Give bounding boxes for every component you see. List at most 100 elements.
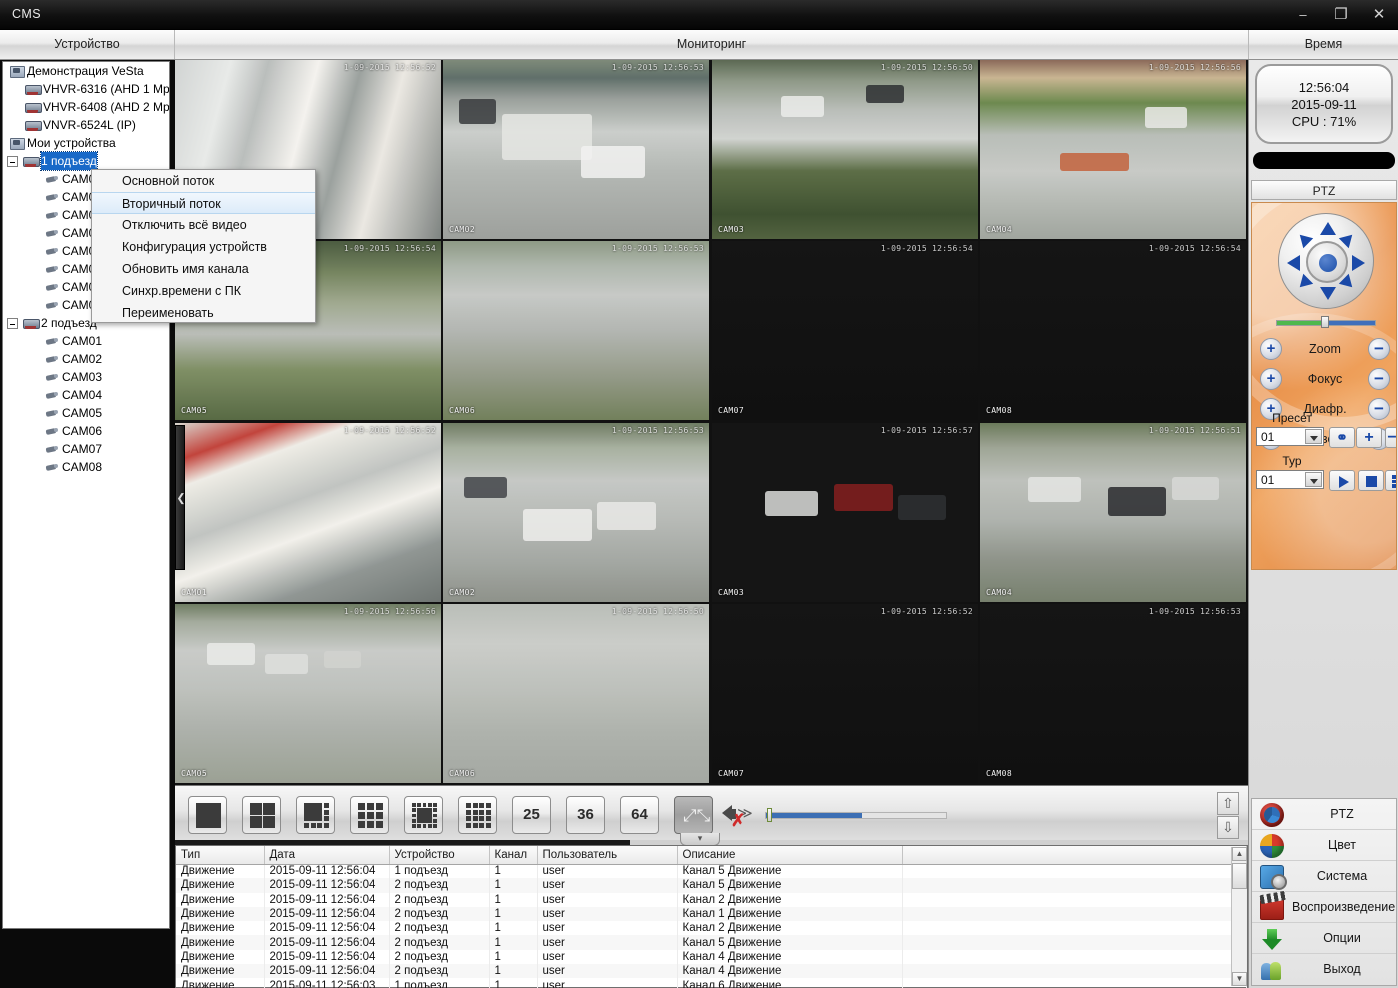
tree-node[interactable]: VHVR-6408 (AHD 2 Mp — [3, 98, 169, 116]
ptz-increase-button[interactable]: + — [1260, 338, 1282, 360]
ptz-decrease-button[interactable]: − — [1368, 338, 1390, 360]
ptz-decrease-button[interactable]: − — [1368, 368, 1390, 390]
fullscreen-button[interactable]: ⤢⤡ — [674, 796, 713, 834]
video-cell[interactable]: 1-09-2015 12:56:56CAM04 — [980, 60, 1246, 239]
log-column-header[interactable]: Пользователь — [537, 846, 677, 864]
menu-item-система[interactable]: Система — [1252, 861, 1396, 892]
tree-node[interactable]: Демонстрация VeSta — [3, 62, 169, 80]
table-row[interactable]: Движение2015-09-11 12:56:042 подъезд1use… — [176, 950, 1247, 964]
log-vertical-scrollbar[interactable]: ▲ ▼ — [1231, 847, 1246, 986]
chevron-down-icon[interactable] — [1305, 472, 1322, 487]
arrow-up-icon[interactable]: ⇧ — [1217, 792, 1239, 815]
layout-25-button[interactable]: 25 — [512, 796, 551, 834]
layout-16-button[interactable] — [458, 796, 497, 834]
tree-node[interactable]: CAM02 — [3, 350, 169, 368]
video-cell[interactable]: 1-09-2015 12:56:57CAM03 — [712, 423, 978, 602]
volume-knob[interactable] — [767, 808, 772, 822]
table-row[interactable]: Движение2015-09-11 12:56:041 подъезд1use… — [176, 864, 1247, 878]
minimize-button[interactable]: – — [1292, 4, 1314, 26]
tree-node[interactable]: 1 подъезд — [3, 152, 169, 170]
tree-node[interactable]: VNVR-6524L (IP) — [3, 116, 169, 134]
event-log-body[interactable]: Движение2015-09-11 12:56:041 подъезд1use… — [176, 864, 1247, 988]
tree-node[interactable]: CAM03 — [3, 368, 169, 386]
menu-item-ptz[interactable]: PTZ — [1252, 799, 1396, 830]
layout-1-button[interactable] — [188, 796, 227, 834]
context-menu-item[interactable]: Переименовать — [92, 302, 315, 324]
panel-collapse-handle[interactable] — [175, 425, 185, 570]
video-cell[interactable]: 1-09-2015 12:56:54CAM08 — [980, 241, 1246, 420]
context-menu-item[interactable]: Обновить имя канала — [92, 258, 315, 280]
video-cell[interactable]: 1-09-2015 12:56:50CAM03 — [712, 60, 978, 239]
context-menu-item[interactable]: Вторичный поток — [92, 192, 315, 214]
log-column-header[interactable]: Дата — [264, 846, 389, 864]
ptz-right-arrow[interactable] — [1352, 255, 1365, 271]
tree-node[interactable]: VHVR-6316 (AHD 1 Mp — [3, 80, 169, 98]
close-button[interactable]: ✕ — [1368, 4, 1390, 26]
tour-select[interactable]: 01 — [1256, 470, 1324, 489]
tree-node[interactable]: CAM08 — [3, 458, 169, 476]
table-row[interactable]: Движение2015-09-11 12:56:031 подъезд1use… — [176, 978, 1247, 988]
layout-64-button[interactable]: 64 — [620, 796, 659, 834]
device-context-menu[interactable]: Основной потокВторичный потокОтключить в… — [91, 169, 316, 323]
preset-refresh-button[interactable]: ⚭ — [1329, 427, 1355, 448]
table-row[interactable]: Движение2015-09-11 12:56:042 подъезд1use… — [176, 935, 1247, 949]
context-menu-item[interactable]: Основной поток — [92, 170, 315, 192]
ptz-speed-slider[interactable] — [1276, 317, 1376, 328]
ptz-up-arrow[interactable] — [1320, 222, 1336, 235]
ptz-decrease-button[interactable]: − — [1368, 398, 1390, 420]
menu-item-цвет[interactable]: Цвет — [1252, 830, 1396, 861]
chevron-down-icon[interactable] — [1305, 429, 1322, 444]
log-column-header[interactable]: Тип — [176, 846, 264, 864]
layout-9-button[interactable] — [350, 796, 389, 834]
tree-node[interactable]: CAM04 — [3, 386, 169, 404]
ptz-up-left-arrow[interactable] — [1295, 230, 1313, 248]
mute-button[interactable]: ≫ ✗ — [720, 798, 758, 832]
arrow-down-icon[interactable]: ⇩ — [1217, 816, 1239, 839]
tree-expander-icon[interactable] — [7, 318, 18, 329]
table-row[interactable]: Движение2015-09-11 12:56:042 подъезд1use… — [176, 921, 1247, 935]
maximize-button[interactable]: ❐ — [1330, 4, 1352, 26]
video-cell[interactable]: 1-09-2015 12:56:53CAM02 — [443, 423, 709, 602]
log-scroll-down-icon[interactable]: ▼ — [1232, 972, 1247, 986]
context-menu-item[interactable]: Конфигурация устройств — [92, 236, 315, 258]
log-column-header[interactable] — [902, 846, 1247, 864]
layout-13-button[interactable] — [404, 796, 443, 834]
ptz-increase-button[interactable]: + — [1260, 368, 1282, 390]
ptz-center-hub[interactable] — [1306, 241, 1348, 283]
preset-select[interactable]: 01 — [1256, 427, 1324, 446]
video-cell[interactable]: 1-09-2015 12:56:53CAM08 — [980, 604, 1246, 783]
video-cell[interactable]: 1-09-2015 12:56:51CAM04 — [980, 423, 1246, 602]
volume-slider[interactable] — [765, 808, 947, 822]
layout-4-button[interactable] — [242, 796, 281, 834]
tree-expander-icon[interactable] — [7, 156, 18, 167]
tree-node[interactable]: CAM07 — [3, 440, 169, 458]
ptz-down-arrow[interactable] — [1320, 287, 1336, 300]
video-cell[interactable]: 1-09-2015 12:56:53CAM06 — [443, 241, 709, 420]
menu-item-выход[interactable]: Выход — [1252, 954, 1396, 985]
video-cell[interactable]: 1-09-2015 12:56:52CAM07 — [712, 604, 978, 783]
ptz-left-arrow[interactable] — [1287, 255, 1300, 271]
table-row[interactable]: Движение2015-09-11 12:56:042 подъезд1use… — [176, 964, 1247, 978]
layout-6-button[interactable] — [296, 796, 335, 834]
menu-item-воспроизведение[interactable]: Воспроизведение — [1252, 892, 1396, 923]
tree-node[interactable]: Мои устройства — [3, 134, 169, 152]
ptz-up-right-arrow[interactable] — [1339, 230, 1357, 248]
log-column-header[interactable]: Канал — [489, 846, 537, 864]
tour-stop-button[interactable] — [1358, 470, 1384, 491]
video-cell[interactable]: 1-09-2015 12:56:52CAM01 — [175, 423, 441, 602]
tree-node[interactable]: CAM01 — [3, 332, 169, 350]
log-column-header[interactable]: Устройство — [389, 846, 489, 864]
preset-remove-button[interactable]: − — [1385, 427, 1397, 448]
log-scrollbar-thumb[interactable] — [1232, 863, 1247, 889]
log-scroll-up-icon[interactable]: ▲ — [1232, 847, 1247, 861]
log-column-header[interactable]: Описание — [677, 846, 902, 864]
layout-36-button[interactable]: 36 — [566, 796, 605, 834]
tree-node[interactable]: CAM06 — [3, 422, 169, 440]
table-row[interactable]: Движение2015-09-11 12:56:042 подъезд1use… — [176, 878, 1247, 892]
speed-knob[interactable] — [1321, 316, 1329, 328]
context-menu-item[interactable]: Синхр.времени с ПК — [92, 280, 315, 302]
video-cell[interactable]: 1-09-2015 12:56:54CAM07 — [712, 241, 978, 420]
video-cell[interactable]: 1-09-2015 12:56:50CAM06 — [443, 604, 709, 783]
video-cell[interactable]: 1-09-2015 12:56:53CAM02 — [443, 60, 709, 239]
table-row[interactable]: Движение2015-09-11 12:56:042 подъезд1use… — [176, 907, 1247, 921]
